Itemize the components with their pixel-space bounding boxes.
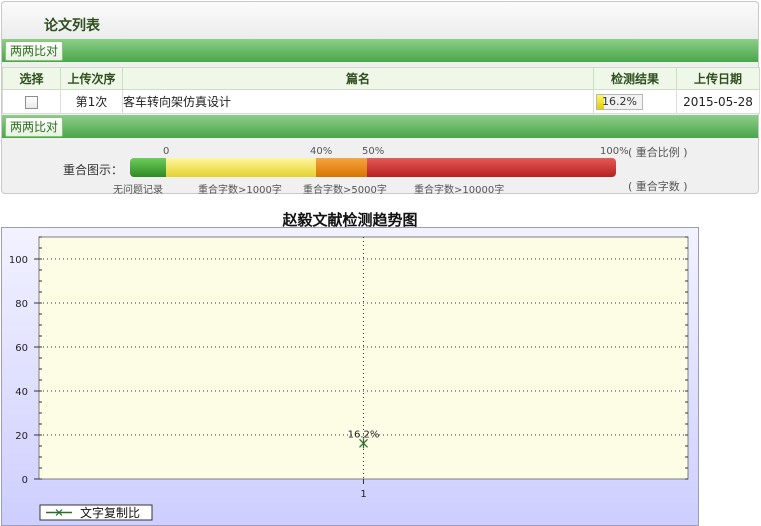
data-label: 16.2% bbox=[348, 429, 380, 440]
col-upload-date: 上传日期 bbox=[676, 67, 760, 90]
segment-label-over-10000: 重合字数>10000字 bbox=[414, 185, 505, 196]
segment-label-over-5000: 重合字数>5000字 bbox=[303, 185, 387, 196]
paper-list-panel: 论文列表 两两比对 选择 上传次序 篇名 检测结果 上传日期 第1次 客车转向架… bbox=[1, 1, 760, 196]
segment-over-10000 bbox=[367, 158, 616, 177]
y-tick-label: 60 bbox=[15, 343, 28, 354]
chart-svg: 0 20 40 60 80 100 1 16.2% 文字复制比 bbox=[9, 236, 689, 521]
segment-no-issue bbox=[130, 158, 166, 177]
segment-label-no-issue: 无问题记录 bbox=[113, 185, 163, 196]
result-text: 16.2% bbox=[602, 94, 637, 108]
panel-header: 论文列表 bbox=[2, 2, 758, 39]
y-tick-label: 20 bbox=[15, 431, 28, 442]
legend-label: 文字复制比 bbox=[80, 505, 140, 520]
paper-table: 选择 上传次序 篇名 检测结果 上传日期 第1次 客车转向架仿真设计 16.2% bbox=[2, 67, 760, 114]
overlap-legend-label: 重合图示： bbox=[63, 163, 124, 177]
ratio-label: ( 重合比例 ) bbox=[628, 146, 688, 159]
upload-order-cell: 第1次 bbox=[60, 89, 123, 114]
select-cell bbox=[2, 89, 61, 114]
y-tick-label: 100 bbox=[9, 255, 28, 266]
trend-chart: 0 20 40 60 80 100 1 16.2% 文字复制比 bbox=[1, 227, 699, 526]
x-tick-label: 1 bbox=[360, 489, 366, 500]
table-header-row: 选择 上传次序 篇名 检测结果 上传日期 bbox=[2, 67, 760, 90]
pairwise-compare-button[interactable]: 两两比对 bbox=[5, 41, 64, 61]
y-tick-label: 40 bbox=[15, 387, 28, 398]
result-badge[interactable]: 16.2% bbox=[596, 93, 643, 110]
overlap-legend: 0 40% 50% 100% ( 重合比例 ) 重合图示： 无问题记录 重合字数… bbox=[2, 142, 758, 196]
tick-40: 40% bbox=[310, 146, 333, 157]
col-select: 选择 bbox=[2, 67, 61, 90]
count-label: ( 重合字数 ) bbox=[628, 180, 688, 193]
panel-title: 论文列表 bbox=[44, 18, 100, 34]
segment-over-5000 bbox=[316, 158, 367, 177]
segment-label-over-1000: 重合字数>1000字 bbox=[198, 185, 282, 196]
toolbar-top: 两两比对 bbox=[2, 39, 758, 62]
y-tick-label: 0 bbox=[22, 475, 28, 486]
y-tick-label: 80 bbox=[15, 299, 28, 310]
tick-50: 50% bbox=[362, 146, 385, 157]
col-title: 篇名 bbox=[122, 67, 594, 90]
paper-title-link[interactable]: 客车转向架仿真设计 bbox=[122, 89, 594, 114]
toolbar-bottom: 两两比对 bbox=[2, 115, 758, 138]
tick-100: 100% bbox=[600, 146, 629, 157]
col-upload-order: 上传次序 bbox=[60, 67, 123, 90]
pairwise-compare-button-bottom[interactable]: 两两比对 bbox=[5, 117, 64, 137]
upload-date-cell: 2015-05-28 bbox=[676, 89, 760, 114]
row-checkbox[interactable] bbox=[25, 95, 38, 109]
result-cell: 16.2% bbox=[593, 89, 677, 114]
tick-0: 0 bbox=[163, 146, 170, 157]
table-row: 第1次 客车转向架仿真设计 16.2% 2015-05-28 bbox=[2, 89, 760, 114]
col-result: 检测结果 bbox=[593, 67, 677, 90]
segment-over-1000 bbox=[166, 158, 316, 177]
